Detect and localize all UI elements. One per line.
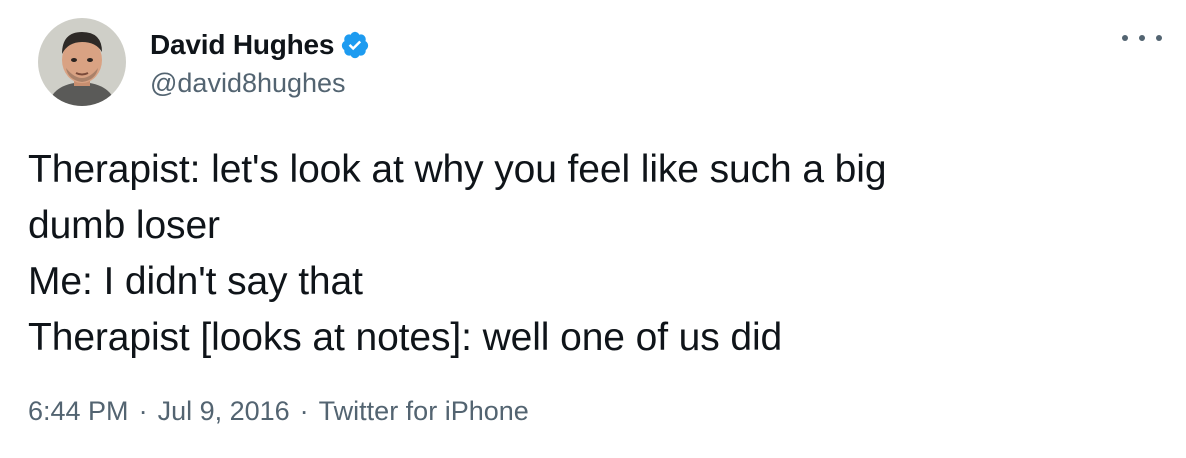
name-row: David Hughes: [150, 26, 370, 64]
avatar-image: [38, 18, 126, 106]
meta-separator: ·: [299, 396, 309, 426]
verified-badge-icon: [340, 30, 370, 60]
display-name[interactable]: David Hughes: [150, 29, 335, 61]
tweet-line: Me: I didn't say that: [28, 260, 363, 303]
tweet-meta: 6:44 PM · Jul 9, 2016 · Twitter for iPho…: [28, 396, 529, 427]
meta-separator: ·: [138, 396, 148, 426]
dot-icon: [1139, 35, 1145, 41]
tweet-line: Therapist [looks at notes]: well one of …: [28, 316, 783, 359]
more-options-icon[interactable]: [1122, 26, 1162, 50]
dot-icon: [1122, 35, 1128, 41]
tweet-line: dumb loser: [28, 204, 220, 247]
tweet-header: David Hughes @david8hughes: [38, 14, 370, 110]
tweet-date[interactable]: Jul 9, 2016: [158, 396, 290, 427]
tweet-card: David Hughes @david8hughes Therapist: le…: [0, 0, 1186, 458]
dot-icon: [1156, 35, 1162, 41]
tweet-line: Therapist: let's look at why you feel li…: [28, 148, 887, 191]
tweet-source[interactable]: Twitter for iPhone: [319, 396, 529, 427]
tweet-text: Therapist: let's look at why you feel li…: [28, 142, 1148, 366]
avatar[interactable]: [38, 18, 126, 106]
user-handle[interactable]: @david8hughes: [150, 68, 370, 99]
user-info: David Hughes @david8hughes: [150, 26, 370, 99]
tweet-time[interactable]: 6:44 PM: [28, 396, 129, 427]
